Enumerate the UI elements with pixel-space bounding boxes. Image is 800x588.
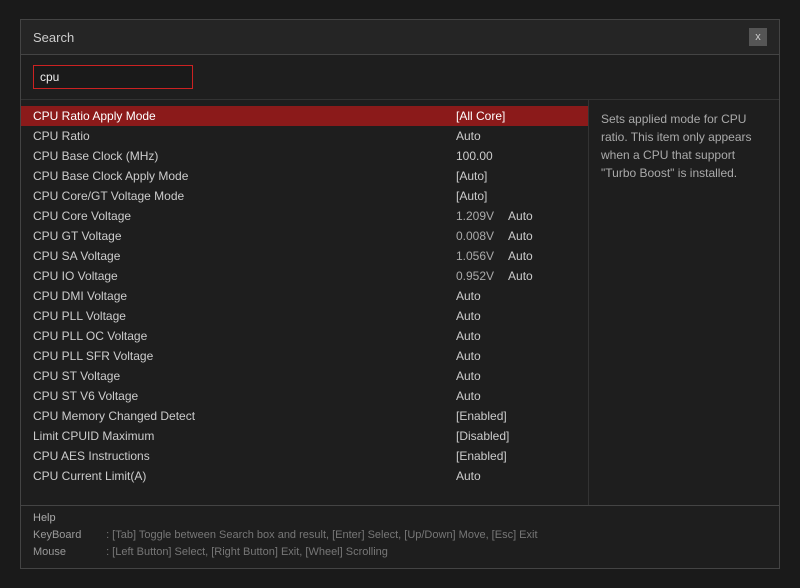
result-value-group: [Auto] <box>456 189 576 203</box>
search-dialog: Search x CPU Ratio Apply Mode[All Core]C… <box>20 19 780 569</box>
result-subvalue: 0.952V <box>456 269 494 283</box>
result-subvalue: 1.209V <box>456 209 494 223</box>
result-value-group: Auto <box>456 129 576 143</box>
result-name: Limit CPUID Maximum <box>33 429 456 443</box>
result-name: CPU Ratio Apply Mode <box>33 109 456 123</box>
result-value-group: Auto <box>456 349 576 363</box>
result-value: Auto <box>456 129 481 143</box>
result-value-group: 1.056V Auto <box>456 249 576 263</box>
table-row[interactable]: CPU Ratio Apply Mode[All Core] <box>21 106 588 126</box>
table-row[interactable]: CPU PLL SFR VoltageAuto <box>21 346 588 366</box>
result-value: Auto <box>456 389 481 403</box>
search-input[interactable] <box>33 65 193 89</box>
footer: Help KeyBoard : [Tab] Toggle between Sea… <box>21 505 779 568</box>
result-value: [Auto] <box>456 189 487 203</box>
result-value: Auto <box>456 369 481 383</box>
search-box-area <box>21 55 779 100</box>
result-value-group: 0.952V Auto <box>456 269 576 283</box>
mouse-help: Mouse : [Left Button] Select, [Right But… <box>33 544 767 562</box>
keyboard-label: KeyBoard <box>33 527 103 545</box>
table-row[interactable]: CPU Base Clock Apply Mode[Auto] <box>21 166 588 186</box>
result-value: Auto <box>456 309 481 323</box>
result-value: [Enabled] <box>456 449 507 463</box>
table-row[interactable]: CPU Base Clock (MHz)100.00 <box>21 146 588 166</box>
result-value-group: 0.008V Auto <box>456 229 576 243</box>
mouse-label: Mouse <box>33 544 103 562</box>
result-value-group: Auto <box>456 329 576 343</box>
close-button[interactable]: x <box>749 28 767 46</box>
result-value: Auto <box>508 269 533 283</box>
result-name: CPU Current Limit(A) <box>33 469 456 483</box>
result-name: CPU PLL Voltage <box>33 309 456 323</box>
info-panel: Sets applied mode for CPU ratio. This it… <box>589 100 779 505</box>
result-value: Auto <box>456 329 481 343</box>
result-name: CPU IO Voltage <box>33 269 456 283</box>
result-value-group: 1.209V Auto <box>456 209 576 223</box>
keyboard-help: KeyBoard : [Tab] Toggle between Search b… <box>33 527 767 545</box>
result-name: CPU Core Voltage <box>33 209 456 223</box>
result-value: Auto <box>456 349 481 363</box>
result-value: 100.00 <box>456 149 493 163</box>
dialog-title: Search <box>33 30 74 45</box>
result-name: CPU Core/GT Voltage Mode <box>33 189 456 203</box>
dialog-header: Search x <box>21 20 779 55</box>
result-name: CPU AES Instructions <box>33 449 456 463</box>
table-row[interactable]: CPU Core/GT Voltage Mode[Auto] <box>21 186 588 206</box>
result-value: [Auto] <box>456 169 487 183</box>
result-subvalue: 1.056V <box>456 249 494 263</box>
result-value-group: Auto <box>456 389 576 403</box>
result-value: Auto <box>456 469 481 483</box>
keyboard-text: : [Tab] Toggle between Search box and re… <box>106 529 537 541</box>
table-row[interactable]: CPU PLL VoltageAuto <box>21 306 588 326</box>
result-value: [All Core] <box>456 109 505 123</box>
table-row[interactable]: CPU DMI VoltageAuto <box>21 286 588 306</box>
result-subvalue: 0.008V <box>456 229 494 243</box>
result-name: CPU Ratio <box>33 129 456 143</box>
result-value: [Disabled] <box>456 429 509 443</box>
result-value: Auto <box>456 289 481 303</box>
results-panel: CPU Ratio Apply Mode[All Core]CPU RatioA… <box>21 100 589 505</box>
result-name: CPU SA Voltage <box>33 249 456 263</box>
table-row[interactable]: CPU ST V6 VoltageAuto <box>21 386 588 406</box>
result-value: Auto <box>508 249 533 263</box>
table-row[interactable]: CPU IO Voltage0.952V Auto <box>21 266 588 286</box>
table-row[interactable]: CPU ST VoltageAuto <box>21 366 588 386</box>
info-text: Sets applied mode for CPU ratio. This it… <box>601 112 752 180</box>
result-value-group: Auto <box>456 309 576 323</box>
help-title: Help <box>33 512 767 524</box>
result-name: CPU PLL SFR Voltage <box>33 349 456 363</box>
table-row[interactable]: Limit CPUID Maximum[Disabled] <box>21 426 588 446</box>
table-row[interactable]: CPU PLL OC VoltageAuto <box>21 326 588 346</box>
table-row[interactable]: CPU GT Voltage0.008V Auto <box>21 226 588 246</box>
result-value-group: [All Core] <box>456 109 576 123</box>
table-row[interactable]: CPU AES Instructions[Enabled] <box>21 446 588 466</box>
result-name: CPU Base Clock Apply Mode <box>33 169 456 183</box>
mouse-text: : [Left Button] Select, [Right Button] E… <box>106 546 388 558</box>
table-row[interactable]: CPU Core Voltage1.209V Auto <box>21 206 588 226</box>
result-value: [Enabled] <box>456 409 507 423</box>
table-row[interactable]: CPU Current Limit(A)Auto <box>21 466 588 486</box>
result-value-group: [Auto] <box>456 169 576 183</box>
table-row[interactable]: CPU RatioAuto <box>21 126 588 146</box>
table-row[interactable]: CPU Memory Changed Detect[Enabled] <box>21 406 588 426</box>
result-name: CPU DMI Voltage <box>33 289 456 303</box>
result-name: CPU GT Voltage <box>33 229 456 243</box>
result-value-group: 100.00 <box>456 149 576 163</box>
result-value-group: [Enabled] <box>456 449 576 463</box>
result-value-group: Auto <box>456 469 576 483</box>
result-name: CPU ST V6 Voltage <box>33 389 456 403</box>
table-row[interactable]: CPU SA Voltage1.056V Auto <box>21 246 588 266</box>
result-name: CPU ST Voltage <box>33 369 456 383</box>
result-name: CPU Base Clock (MHz) <box>33 149 456 163</box>
result-value-group: Auto <box>456 289 576 303</box>
result-value-group: [Disabled] <box>456 429 576 443</box>
result-value-group: [Enabled] <box>456 409 576 423</box>
result-name: CPU Memory Changed Detect <box>33 409 456 423</box>
result-value-group: Auto <box>456 369 576 383</box>
result-name: CPU PLL OC Voltage <box>33 329 456 343</box>
result-value: Auto <box>508 229 533 243</box>
main-content: CPU Ratio Apply Mode[All Core]CPU RatioA… <box>21 100 779 505</box>
result-value: Auto <box>508 209 533 223</box>
